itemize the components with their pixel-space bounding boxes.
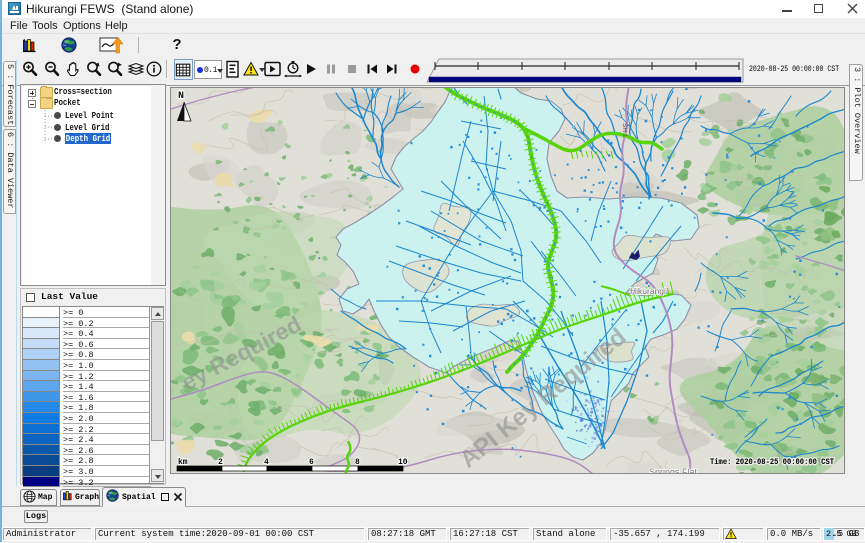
svg-text:km: km (178, 458, 188, 467)
svg-text:N: N (178, 91, 184, 102)
svg-text:SH 1: SH 1 (621, 123, 628, 138)
svg-text:10: 10 (398, 458, 408, 467)
svg-text:8: 8 (355, 458, 360, 467)
svg-text:4: 4 (264, 458, 269, 467)
svg-text:Springs Flat: Springs Flat (649, 467, 698, 474)
svg-text:2: 2 (218, 458, 223, 467)
svg-text:Hikurangi: Hikurangi (630, 286, 666, 296)
svg-text:Time: 2020-08-25 00:00:00 CST: Time: 2020-08-25 00:00:00 CST (710, 457, 834, 467)
svg-text:6: 6 (309, 458, 314, 467)
